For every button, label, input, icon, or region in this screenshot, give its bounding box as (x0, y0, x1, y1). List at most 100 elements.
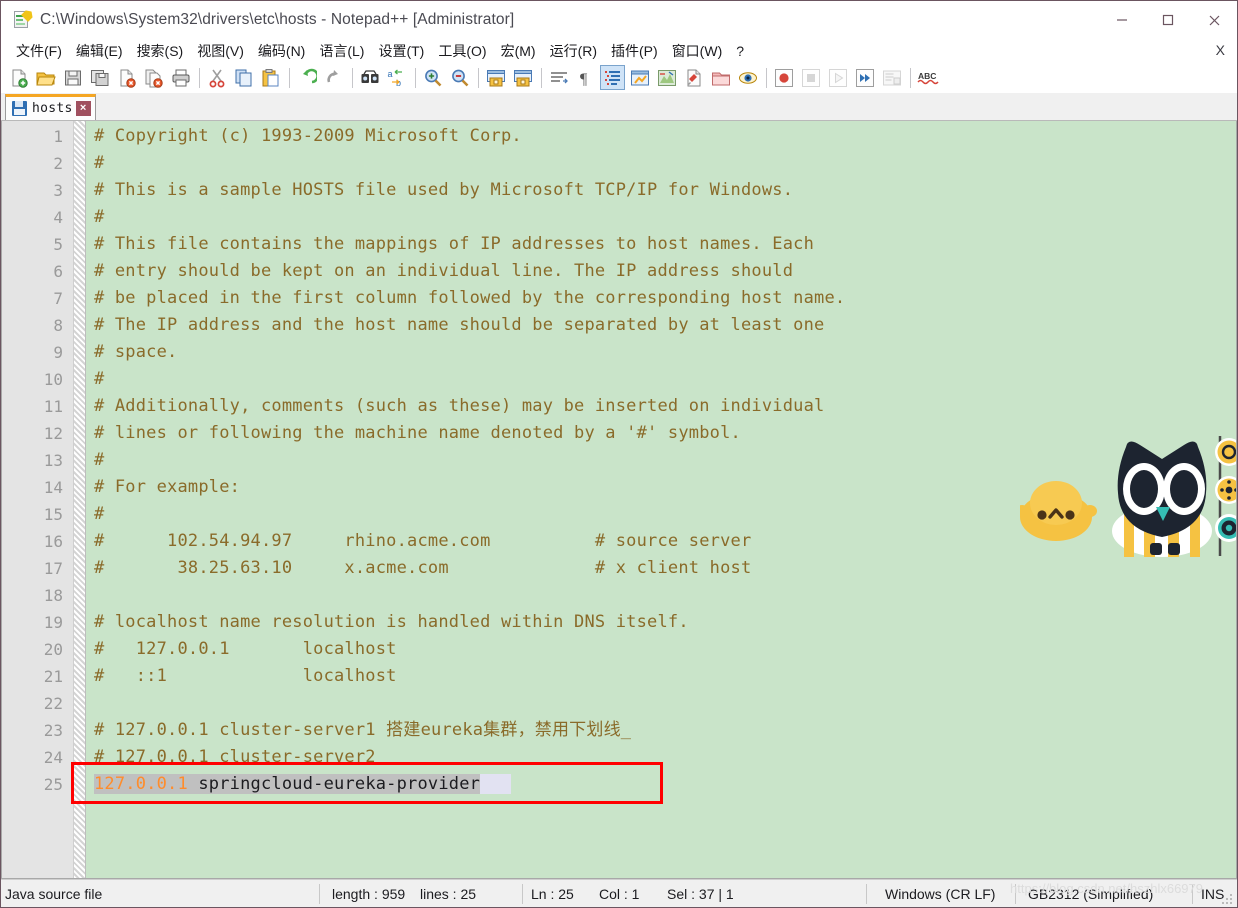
menu-macro[interactable]: 宏(M) (494, 39, 543, 63)
code-content[interactable]: # Copyright (c) 1993-2009 Microsoft Corp… (86, 121, 1236, 878)
close-button[interactable] (1191, 1, 1237, 39)
menu-bar: 文件(F) 编辑(E) 搜索(S) 视图(V) 编码(N) 语言(L) 设置(T… (1, 39, 1237, 63)
user-defined-language-icon[interactable] (654, 65, 679, 90)
close-file-icon[interactable] (114, 65, 139, 90)
open-file-icon[interactable] (33, 65, 58, 90)
zoom-out-icon[interactable] (447, 65, 472, 90)
print-icon[interactable] (168, 65, 193, 90)
code-line: # (94, 504, 105, 524)
line-number: 18 (43, 586, 63, 605)
menu-file[interactable]: 文件(F) (9, 39, 69, 63)
resize-grip[interactable] (1220, 891, 1234, 905)
code-line-selected: 127.0.0.1 springcloud-eureka-provider (86, 771, 1236, 798)
line-number: 10 (43, 370, 63, 389)
maximize-button[interactable] (1145, 1, 1191, 39)
line-number-gutter: 1 2 3 4 5 6 7 8 9 10 11 12 13 14 15 16 1… (2, 121, 74, 878)
svg-text:ABC: ABC (918, 71, 936, 81)
paste-icon[interactable] (258, 65, 283, 90)
find-icon[interactable] (357, 65, 382, 90)
code-line: # entry should be kept on an individual … (94, 261, 794, 281)
save-all-icon[interactable] (87, 65, 112, 90)
menu-window[interactable]: 窗口(W) (665, 39, 730, 63)
hostname-token: springcloud-eureka-provider (187, 774, 481, 794)
close-document-button[interactable]: X (1216, 42, 1225, 58)
status-eol-format: Windows (CR LF) (885, 885, 996, 902)
stop-recording-icon[interactable] (798, 65, 823, 90)
menu-settings[interactable]: 设置(T) (371, 39, 431, 63)
line-number: 9 (53, 343, 63, 362)
save-macro-icon[interactable] (879, 65, 904, 90)
save-icon[interactable] (60, 65, 85, 90)
line-number: 23 (43, 721, 63, 740)
tab-close-button[interactable]: × (75, 101, 91, 116)
menu-language[interactable]: 语言(L) (312, 39, 371, 63)
menu-tools[interactable]: 工具(O) (431, 39, 493, 63)
code-line: # space. (94, 342, 178, 362)
code-line: # 127.0.0.1 cluster-server2 (94, 747, 376, 767)
menu-plugins[interactable]: 插件(P) (604, 39, 665, 63)
menu-search[interactable]: 搜索(S) (130, 39, 191, 63)
line-number: 5 (53, 235, 63, 254)
tab-hosts[interactable]: hosts × (5, 94, 96, 120)
line-number: 19 (43, 613, 63, 632)
code-line: # (94, 153, 105, 173)
menu-help[interactable]: ? (729, 41, 751, 61)
tab-bar: hosts × (1, 93, 1237, 121)
text-caret (480, 774, 512, 794)
bookmark-margin[interactable] (74, 121, 86, 878)
mascot-icon-rail[interactable] (1214, 436, 1236, 556)
indent-guide-icon[interactable] (627, 65, 652, 90)
status-length: length : 959 (332, 885, 406, 902)
pilcrow-icon[interactable]: ¶ (573, 65, 598, 90)
line-number: 11 (43, 397, 63, 416)
play-macro-icon[interactable] (825, 65, 850, 90)
title-bar: C:\Windows\System32\drivers\etc\hosts - … (1, 1, 1237, 39)
line-number: 12 (43, 424, 63, 443)
sync-vertical-scroll-icon[interactable] (483, 65, 508, 90)
zoom-in-icon[interactable] (420, 65, 445, 90)
line-number: 2 (53, 154, 63, 173)
window-title: C:\Windows\System32\drivers\etc\hosts - … (40, 10, 515, 28)
code-line: # 38.25.63.10 x.acme.com # x client host (94, 558, 752, 578)
line-number: 15 (43, 505, 63, 524)
undo-icon[interactable] (294, 65, 319, 90)
spell-check-icon[interactable]: ABC (915, 65, 940, 90)
code-line: # lines or following the machine name de… (94, 423, 741, 443)
status-selection: Sel : 37 | 1 (667, 885, 734, 902)
cut-icon[interactable] (204, 65, 229, 90)
replace-icon[interactable]: a b (384, 65, 409, 90)
code-line: # Copyright (c) 1993-2009 Microsoft Corp… (94, 126, 522, 146)
toolbar-separator (199, 67, 200, 88)
code-line: # The IP address and the host name shoul… (94, 315, 825, 335)
toolbar-separator (910, 67, 911, 88)
gear-dot-icon (1215, 476, 1236, 504)
show-all-characters-icon[interactable] (600, 65, 625, 90)
editor-area[interactable]: 1 2 3 4 5 6 7 8 9 10 11 12 13 14 15 16 1… (1, 121, 1237, 879)
copy-icon[interactable] (231, 65, 256, 90)
record-macro-icon[interactable] (771, 65, 796, 90)
document-map-icon[interactable] (681, 65, 706, 90)
menu-edit[interactable]: 编辑(E) (69, 39, 130, 63)
folder-as-workspace-icon[interactable] (708, 65, 733, 90)
sync-horizontal-scroll-icon[interactable] (510, 65, 535, 90)
word-wrap-icon[interactable] (546, 65, 571, 90)
notepad-plus-plus-icon (13, 11, 31, 29)
svg-text:a: a (387, 69, 392, 79)
status-line-position: Ln : 25 (531, 885, 574, 902)
menu-run[interactable]: 运行(R) (543, 39, 604, 63)
line-number: 16 (43, 532, 63, 551)
run-macro-multiple-icon[interactable] (852, 65, 877, 90)
redo-icon[interactable] (321, 65, 346, 90)
line-number: 3 (53, 181, 63, 200)
menu-encoding[interactable]: 编码(N) (251, 39, 312, 63)
line-number: 25 (43, 775, 63, 794)
menu-view[interactable]: 视图(V) (190, 39, 251, 63)
minimize-button[interactable] (1099, 1, 1145, 39)
code-line: # (94, 207, 105, 227)
monitoring-icon[interactable] (735, 65, 760, 90)
code-line: # Additionally, comments (such as these)… (94, 396, 825, 416)
toolbar: a b ¶ ABC (1, 63, 1237, 93)
new-file-icon[interactable] (6, 65, 31, 90)
toolbar-separator (478, 67, 479, 88)
close-all-files-icon[interactable] (141, 65, 166, 90)
